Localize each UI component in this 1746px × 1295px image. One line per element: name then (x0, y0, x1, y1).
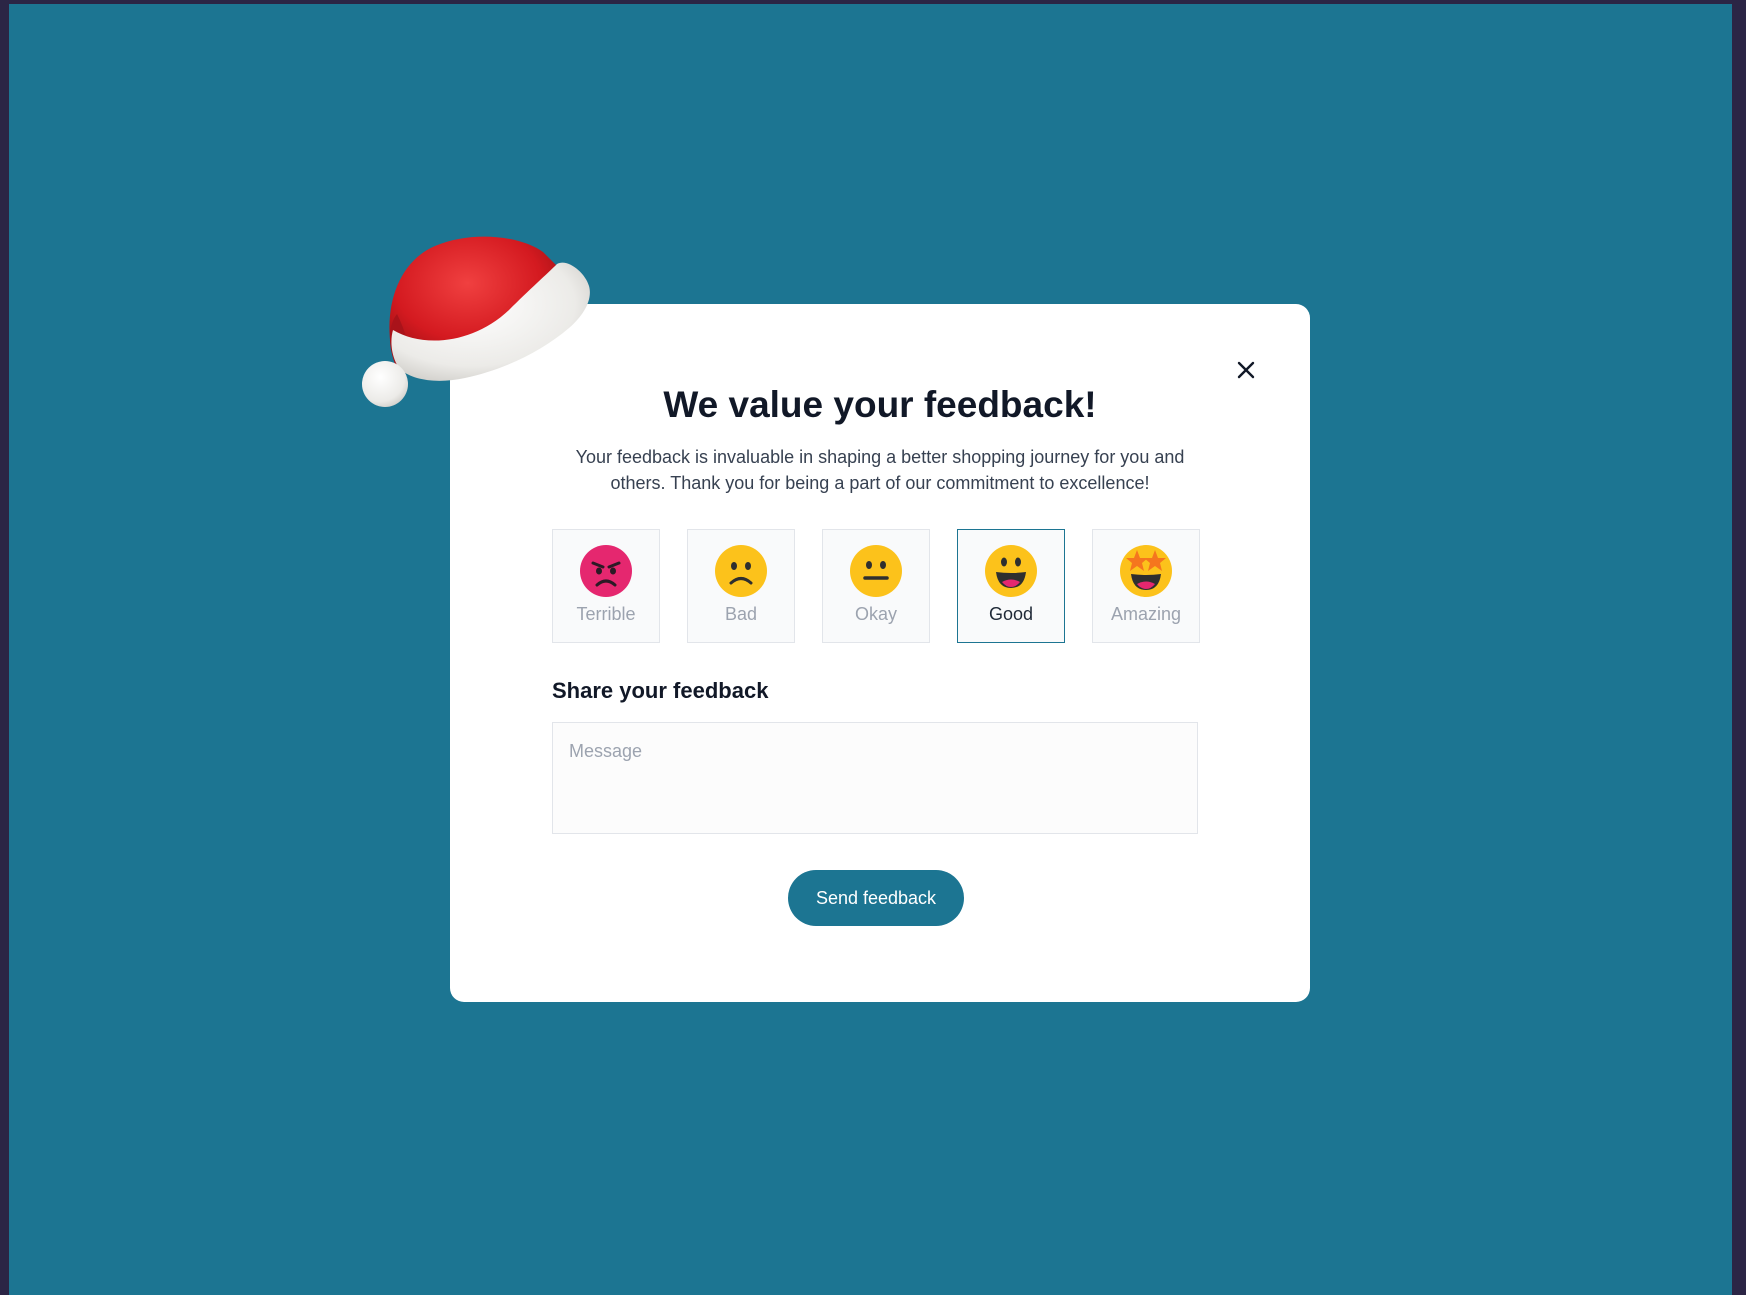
rating-label: Amazing (1110, 604, 1182, 624)
modal-subtitle: Your feedback is invaluable in shaping a… (575, 447, 1185, 493)
rating-terrible[interactable]: Terrible (552, 529, 660, 643)
star-struck-face-icon (1120, 545, 1172, 597)
close-button[interactable] (1228, 352, 1264, 388)
close-icon (1237, 361, 1255, 379)
message-field[interactable] (552, 722, 1198, 834)
rating-label: Terrible (576, 604, 636, 624)
feedback-label: Share your feedback (552, 678, 769, 703)
rating-label: Bad (724, 604, 758, 624)
santa-hat-icon (362, 236, 590, 407)
rating-okay[interactable]: Okay (822, 529, 930, 643)
rating-label: Good (988, 604, 1034, 624)
send-feedback-button[interactable]: Send feedback (788, 870, 964, 926)
page-background: We value your feedback! Your feedback is… (9, 4, 1732, 1295)
angry-face-icon (580, 545, 632, 597)
grinning-face-icon (985, 545, 1037, 597)
rating-label: Okay (854, 604, 897, 624)
rating-options: Terrible Bad Okay Good Amazing (552, 529, 1200, 643)
neutral-face-icon (850, 545, 902, 597)
rating-amazing[interactable]: Amazing (1092, 529, 1200, 643)
frowning-face-icon (715, 545, 767, 597)
rating-good[interactable]: Good (957, 529, 1065, 643)
rating-bad[interactable]: Bad (687, 529, 795, 643)
